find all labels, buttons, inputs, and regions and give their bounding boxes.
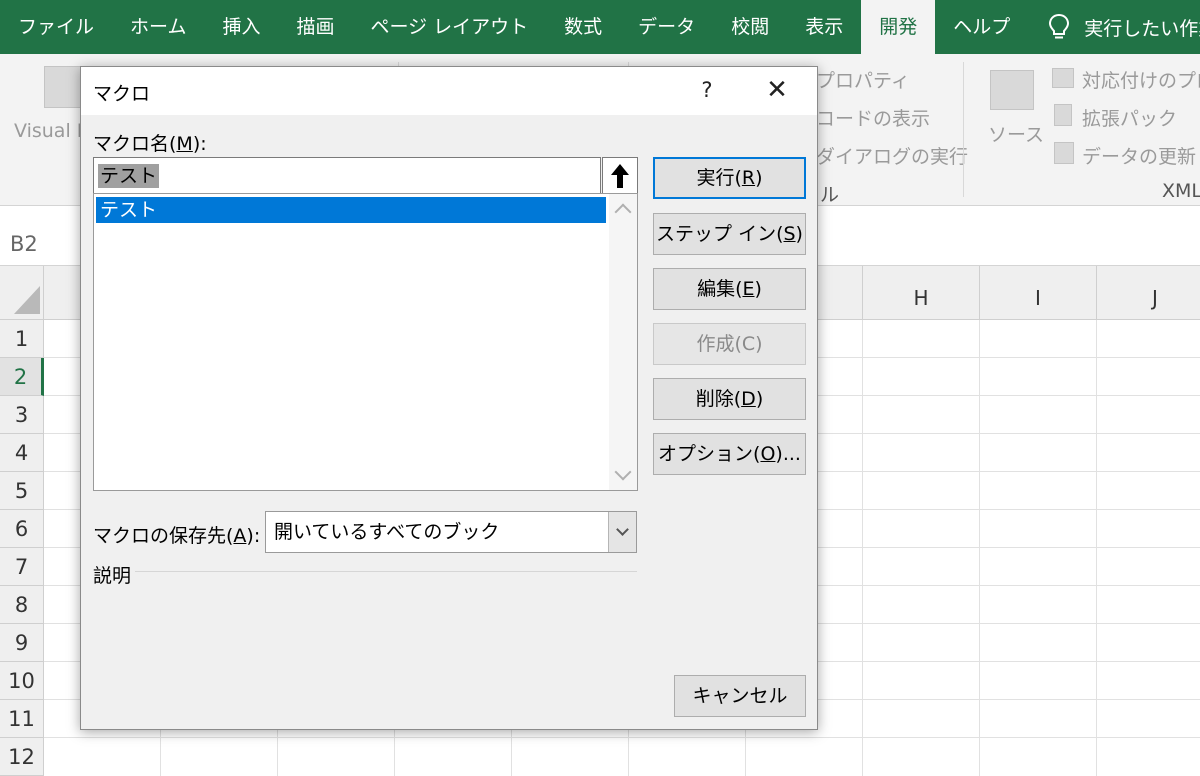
expansion-packs-icon [1054,104,1072,126]
row-header-6[interactable]: 6 [0,510,44,548]
up-arrow-icon [611,164,629,188]
tab-file[interactable]: ファイル [0,0,112,54]
save-location-select[interactable]: 開いているすべてのブック [265,511,637,553]
tab-formulas[interactable]: 数式 [546,0,620,54]
column-header-h[interactable]: H [863,266,980,320]
visual-basic-button[interactable]: Visual B [14,120,90,142]
xml-group-label: XML [1162,180,1200,202]
source-icon [990,70,1034,110]
run-dialog-button[interactable]: ダイアログの実行 [816,142,968,169]
ribbon-tab-bar: ファイル ホーム 挿入 描画 ページ レイアウト 数式 データ 校閲 表示 開発… [0,0,1200,54]
macro-list[interactable]: テスト [93,193,638,491]
refresh-data-button[interactable]: データの更新 [1082,142,1196,169]
row-header-10[interactable]: 10 [0,662,44,700]
grid-line [862,320,863,776]
cancel-button[interactable]: キャンセル [674,675,806,717]
view-code-button[interactable]: コードの表示 [816,104,930,131]
expansion-packs-button[interactable]: 拡張パック [1082,104,1177,131]
save-location-label: マクロの保存先(A): [93,525,261,547]
refresh-data-icon [1054,142,1074,164]
tab-data[interactable]: データ [620,0,713,54]
properties-button[interactable]: プロパティ [816,66,910,93]
row-header-9[interactable]: 9 [0,624,44,662]
grid-line [44,737,1200,738]
row-header-5[interactable]: 5 [0,472,44,510]
chevron-down-icon [616,523,629,536]
tab-view[interactable]: 表示 [787,0,861,54]
description-divider [135,571,637,572]
source-button[interactable]: ソース [988,120,1044,147]
macro-list-item[interactable]: テスト [96,197,606,223]
select-all-triangle-icon [14,286,40,314]
macro-name-label: マクロ名(M): [93,133,207,155]
dialog-titlebar[interactable]: マクロ ? ✕ [81,67,817,115]
row-header-2[interactable]: 2 [0,358,44,396]
row-header-3[interactable]: 3 [0,396,44,434]
scroll-down-icon[interactable] [614,463,632,481]
delete-button[interactable]: 削除(D) [653,378,806,420]
row-header-8[interactable]: 8 [0,586,44,624]
edit-button[interactable]: 編集(E) [653,268,806,310]
grid-line [979,320,980,776]
tab-home[interactable]: ホーム [112,0,204,54]
grid-line [1096,320,1097,776]
description-label: 説明 [93,565,132,587]
dropdown-button[interactable] [608,512,636,552]
column-header-j[interactable]: J [1097,266,1200,320]
controls-group-label: ル [820,184,840,206]
macro-name-input[interactable] [93,157,601,195]
row-header-1[interactable]: 1 [0,320,44,358]
tab-help[interactable]: ヘルプ [935,0,1028,54]
row-header-7[interactable]: 7 [0,548,44,586]
map-properties-icon [1052,68,1074,88]
options-button[interactable]: オプション(O)... [653,433,806,475]
tell-me-box[interactable]: 実行したい作業 [1028,0,1200,54]
ribbon-separator [963,62,964,197]
name-box[interactable]: B2 [0,224,80,264]
tab-insert[interactable]: 挿入 [204,0,278,54]
row-header-4[interactable]: 4 [0,434,44,472]
save-location-value: 開いているすべてのブック [274,521,500,543]
run-button[interactable]: 実行(R) [653,157,806,199]
macro-list-scrollbar[interactable] [609,194,637,490]
tab-developer[interactable]: 開発 [861,0,936,54]
scroll-up-icon[interactable] [614,203,632,221]
column-header-i[interactable]: I [980,266,1097,320]
help-button[interactable]: ? [693,75,721,105]
step-into-button[interactable]: ステップ イン(S) [653,213,806,255]
collapse-list-button[interactable] [602,157,638,195]
row-header-11[interactable]: 11 [0,700,44,738]
select-all-corner[interactable] [0,266,44,320]
row-header-12[interactable]: 12 [0,738,44,776]
close-button[interactable]: ✕ [753,71,801,109]
create-button[interactable]: 作成(C) [653,323,806,365]
map-properties-button[interactable]: 対応付けのプロ [1082,66,1200,93]
tab-review[interactable]: 校閲 [713,0,787,54]
tell-me-text: 実行したい作業 [1084,17,1200,40]
tab-page-layout[interactable]: ページ レイアウト [352,0,546,54]
dialog-title: マクロ [93,83,151,105]
lightbulb-icon [1049,13,1070,39]
tab-draw[interactable]: 描画 [278,0,352,54]
macro-dialog: マクロ ? ✕ マクロ名(M): テスト テスト 実行(R) ステップ イン(S… [80,66,818,730]
